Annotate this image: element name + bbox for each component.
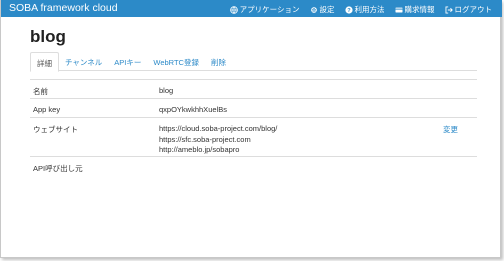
nav-item-label: アプリケーション bbox=[239, 5, 300, 14]
row-value-websites: https://cloud.soba-project.com/blog/ htt… bbox=[159, 124, 277, 156]
nav-item-label: 購求情報 bbox=[404, 5, 435, 14]
website-url: https://sfc.soba-project.com bbox=[159, 134, 251, 144]
brand-logo[interactable]: SOBA framework cloud bbox=[9, 2, 118, 14]
website-url: https://cloud.soba-project.com/blog/ bbox=[159, 124, 278, 133]
table-row: API呼び出し元 bbox=[30, 156, 477, 175]
page-title: blog bbox=[30, 27, 66, 46]
details-table: 名前 blog App key qxpOYkwkhhXuelBs ウェブサイト … bbox=[30, 79, 477, 175]
card-icon bbox=[394, 6, 403, 14]
tab-webrtc[interactable]: WebRTC登録 bbox=[147, 52, 205, 71]
nav-item-billing[interactable]: 購求情報 bbox=[394, 4, 435, 15]
nav-item-settings[interactable]: 設定 bbox=[310, 4, 335, 15]
gear-icon bbox=[310, 6, 318, 14]
tab-api-keys[interactable]: APIキー bbox=[108, 52, 147, 71]
tab-delete[interactable]: 削除 bbox=[205, 52, 232, 71]
logout-icon bbox=[445, 6, 453, 14]
nav-menu: アプリケーション 設定 ? 利用方法 購求情報 ログアウト bbox=[229, 4, 493, 15]
nav-item-logout[interactable]: ログアウト bbox=[445, 4, 493, 15]
globe-icon bbox=[229, 5, 238, 14]
nav-item-label: 設定 bbox=[319, 5, 335, 14]
nav-item-usage[interactable]: ? 利用方法 bbox=[344, 4, 385, 15]
svg-text:?: ? bbox=[347, 8, 351, 14]
row-label-website: ウェブサイト bbox=[33, 125, 78, 134]
tab-bar: 詳細 チャンネル APIキー WebRTC登録 削除 bbox=[30, 52, 477, 72]
table-row: 名前 blog bbox=[30, 79, 477, 98]
window-frame: SOBA framework cloud アプリケーション 設定 ? 利用方法 … bbox=[0, 0, 502, 258]
row-label-app-key: App key bbox=[33, 105, 61, 114]
top-navbar: SOBA framework cloud アプリケーション 設定 ? 利用方法 … bbox=[1, 0, 502, 17]
website-url: http://ameblo.jp/sobapro bbox=[159, 145, 240, 154]
table-row: ウェブサイト https://cloud.soba-project.com/bl… bbox=[30, 117, 477, 156]
change-link[interactable]: 変更 bbox=[443, 124, 458, 135]
tab-details[interactable]: 詳細 bbox=[30, 52, 59, 72]
nav-item-label: ログアウト bbox=[454, 5, 493, 14]
table-row: App key qxpOYkwkhhXuelBs bbox=[30, 98, 477, 117]
row-label-api-caller: API呼び出し元 bbox=[33, 164, 83, 173]
row-value-app-key: qxpOYkwkhhXuelBs bbox=[159, 105, 227, 114]
row-value-name: blog bbox=[159, 86, 174, 95]
question-icon: ? bbox=[344, 5, 353, 14]
nav-item-label: 利用方法 bbox=[354, 5, 385, 14]
nav-item-applications[interactable]: アプリケーション bbox=[229, 4, 300, 15]
tab-channels[interactable]: チャンネル bbox=[59, 52, 108, 71]
row-label-name: 名前 bbox=[33, 87, 48, 96]
